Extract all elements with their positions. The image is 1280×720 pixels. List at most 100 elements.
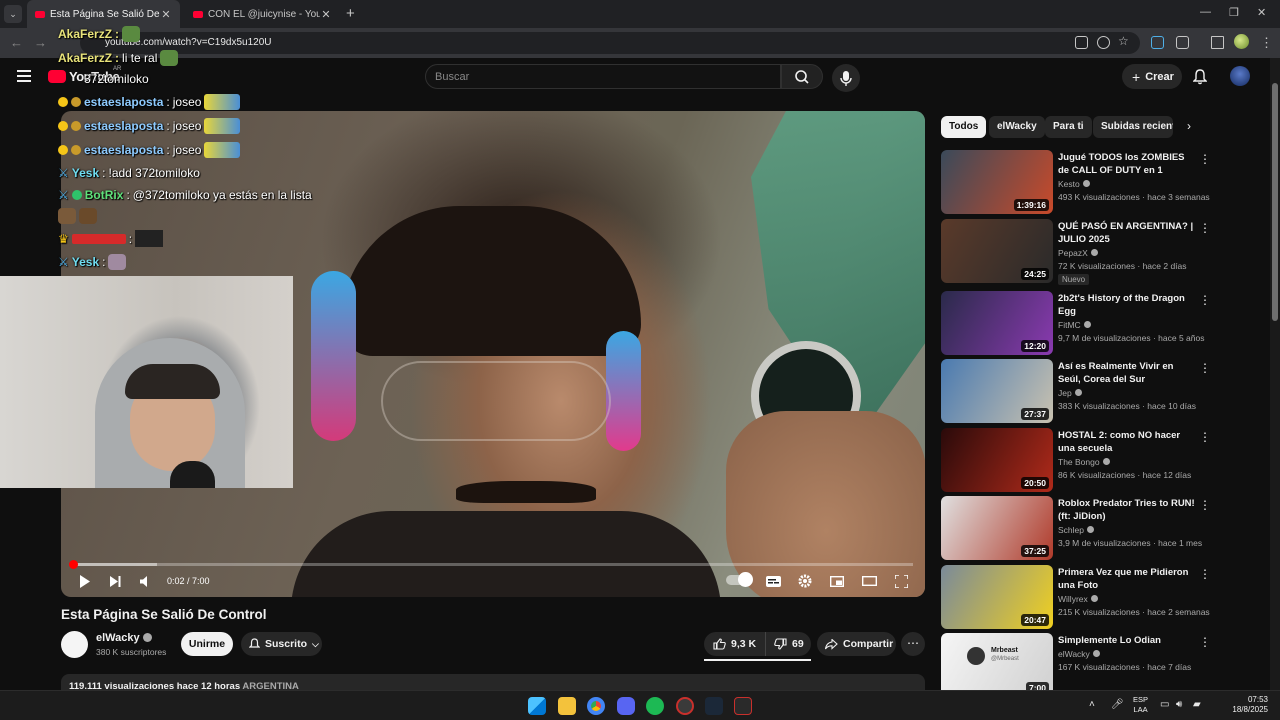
cast-icon[interactable] (1075, 36, 1088, 49)
tray-mic-icon[interactable]: 🎤︎ (1111, 699, 1124, 710)
epic-games-icon[interactable] (734, 697, 752, 715)
more-options-icon[interactable]: ⋮ (1199, 152, 1211, 166)
recommendation-item[interactable]: Mrbeast @Mrbeast 7:00 Simplemente Lo Odian e… (941, 633, 1211, 697)
browser-profile-avatar[interactable] (1234, 34, 1249, 49)
youtube-logo-icon[interactable] (48, 70, 66, 83)
chip-para-ti[interactable]: Para ti (1045, 116, 1092, 138)
subtitles-button[interactable] (765, 573, 781, 589)
more-options-icon[interactable]: ⋮ (1199, 221, 1211, 235)
next-button[interactable] (108, 573, 122, 589)
channel-avatar[interactable] (61, 631, 88, 658)
channel-name[interactable]: elWacky (96, 632, 152, 644)
recommendation-title[interactable]: Jugué TODOS los ZOMBIES de CALL OF DUTY … (1058, 151, 1198, 177)
more-options-icon[interactable]: ⋮ (1199, 430, 1211, 444)
fullscreen-button[interactable] (893, 573, 909, 589)
video-thumbnail[interactable]: 27:37 (941, 359, 1053, 423)
extensions-puzzle-icon[interactable] (1176, 36, 1189, 49)
seek-handle[interactable] (69, 560, 78, 569)
video-thumbnail[interactable]: 20:50 (941, 428, 1053, 492)
chip-elwacky[interactable]: elWacky (989, 116, 1045, 138)
recommendation-channel[interactable]: The Bongo (1058, 457, 1110, 467)
search-input[interactable]: Buscar (425, 64, 781, 89)
more-options-icon[interactable]: ⋮ (1199, 498, 1211, 512)
seek-bar[interactable] (73, 563, 913, 566)
recommendation-title[interactable]: Simplemente Lo Odian (1058, 634, 1198, 647)
scrollbar-thumb[interactable] (1272, 83, 1278, 321)
recommendation-title[interactable]: 2b2t's History of the Dragon Egg (1058, 292, 1198, 318)
recommendation-title[interactable]: Roblox Predator Tries to RUN! (ft: JiDio… (1058, 497, 1198, 523)
subscribed-button[interactable]: Suscrito ⌵ (241, 632, 322, 656)
theater-mode-button[interactable] (861, 573, 877, 589)
chrome-icon[interactable] (587, 697, 605, 715)
user-avatar[interactable] (1230, 66, 1250, 86)
browser-menu-icon[interactable]: ⋮ (1260, 35, 1273, 51)
settings-button[interactable] (797, 573, 813, 589)
tray-chevron-icon[interactable]: ˄ (1089, 699, 1095, 710)
system-clock[interactable]: 07:53 18/8/2025 (1226, 695, 1268, 715)
more-actions-button[interactable]: ⋯ (901, 632, 925, 656)
page-scrollbar[interactable] (1270, 58, 1280, 690)
recommendation-item[interactable]: 24:25 QUÉ PASÓ EN ARGENTINA? | JULIO 2025… (941, 219, 1211, 285)
recommendation-title[interactable]: HOSTAL 2: como NO hacer una secuela (1058, 429, 1198, 455)
recommendation-title[interactable]: Primera Vez que me Pidieron una Foto (1058, 566, 1198, 592)
autoplay-knob[interactable] (738, 572, 753, 587)
hide-eye-icon[interactable] (1097, 36, 1110, 49)
video-thumbnail[interactable]: 1:39:16 (941, 150, 1053, 214)
video-thumbnail[interactable]: 24:25 (941, 219, 1053, 283)
back-icon[interactable]: ← (10, 35, 23, 50)
play-button[interactable] (78, 573, 92, 589)
display-icon[interactable]: ▭ (1160, 699, 1169, 710)
forward-icon[interactable]: → (34, 35, 47, 50)
battery-icon[interactable]: ▰ (1193, 699, 1201, 710)
volume-tray-icon[interactable]: 🔊︎ (1176, 699, 1182, 710)
recommendation-channel[interactable]: Jep (1058, 388, 1082, 398)
input-language[interactable]: ESP LAA (1133, 695, 1148, 715)
file-explorer-icon[interactable] (558, 697, 576, 715)
recommendation-channel[interactable]: Schlep (1058, 525, 1094, 535)
recommendation-channel[interactable]: PepazX (1058, 248, 1098, 258)
video-thumbnail[interactable]: Mrbeast @Mrbeast 7:00 (941, 633, 1053, 697)
dislike-button[interactable]: 69 (766, 638, 804, 650)
chevron-right-icon[interactable]: › (1187, 119, 1191, 133)
bookmark-star-icon[interactable]: ☆ (1118, 34, 1131, 48)
video-thumbnail[interactable]: 12:20 (941, 291, 1053, 355)
new-tab-button[interactable]: + (346, 5, 355, 22)
tab-search-button[interactable]: ⌄ (4, 5, 22, 23)
video-thumbnail[interactable]: 37:25 (941, 496, 1053, 560)
recommendation-item[interactable]: 1:39:16 Jugué TODOS los ZOMBIES de CALL O… (941, 150, 1211, 214)
hamburger-menu-icon[interactable] (17, 70, 31, 85)
notifications-bell-icon[interactable] (1193, 69, 1207, 85)
more-options-icon[interactable]: ⋮ (1199, 635, 1211, 649)
voice-search-button[interactable] (832, 64, 860, 92)
recommendation-title[interactable]: QUÉ PASÓ EN ARGENTINA? | JULIO 2025 (1058, 220, 1198, 246)
window-close-icon[interactable]: ✕ (1257, 6, 1266, 19)
recommendation-channel[interactable]: Kesto (1058, 179, 1090, 189)
recommendation-title[interactable]: Así es Realmente Vivir en Seúl, Corea de… (1058, 360, 1198, 386)
more-options-icon[interactable]: ⋮ (1199, 293, 1211, 307)
windows-start-icon[interactable] (528, 697, 546, 715)
miniplayer-button[interactable] (829, 573, 845, 589)
app-icon[interactable] (676, 697, 694, 715)
recommendation-channel[interactable]: FitMC (1058, 320, 1091, 330)
extension-icon[interactable] (1151, 36, 1164, 49)
steam-icon[interactable] (705, 697, 723, 715)
search-button[interactable] (781, 64, 823, 89)
browser-tab-inactive[interactable]: CON EL @juicynise - YouTube ✕ (185, 0, 340, 28)
more-options-icon[interactable]: ⋮ (1199, 567, 1211, 581)
discord-icon[interactable] (617, 697, 635, 715)
recommendation-item[interactable]: 27:37 Así es Realmente Vivir en Seúl, Cor… (941, 359, 1211, 423)
chip-subidas-recientes[interactable]: Subidas recientes (1093, 116, 1173, 138)
browser-tab-active[interactable]: Esta Página Se Salió De Control ✕ (27, 0, 180, 28)
tab-close-icon[interactable]: ✕ (160, 8, 172, 21)
address-bar[interactable]: youtube.com/watch?v=C19dx5u120U (80, 32, 1140, 54)
like-button[interactable]: 9,3 K (704, 632, 766, 656)
spotify-icon[interactable] (646, 697, 664, 715)
recommendation-channel[interactable]: elWacky (1058, 649, 1100, 659)
reading-list-icon[interactable] (1211, 36, 1224, 49)
recommendation-item[interactable]: 37:25 Roblox Predator Tries to RUN! (ft: … (941, 496, 1211, 560)
share-button[interactable]: Compartir (817, 632, 896, 656)
restore-icon[interactable]: ❐ (1229, 6, 1239, 19)
recommendation-item[interactable]: 20:50 HOSTAL 2: como NO hacer una secuela… (941, 428, 1211, 492)
recommendation-channel[interactable]: Willyrex (1058, 594, 1098, 604)
video-thumbnail[interactable]: 20:47 (941, 565, 1053, 629)
